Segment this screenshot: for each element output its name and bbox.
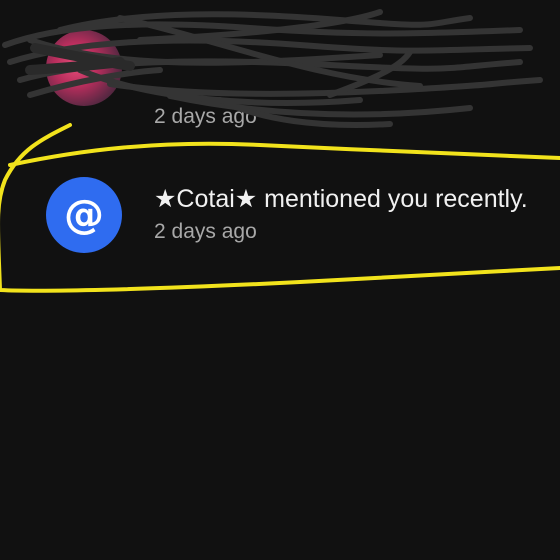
mention-avatar: @	[46, 177, 122, 253]
notification-timestamp: 2 days ago	[154, 220, 257, 243]
notification-item[interactable]: @ ★Cotai★ mentioned you recently. 2 days…	[0, 175, 560, 265]
at-mention-icon: @	[64, 192, 104, 238]
notification-title: ★Cotai★ mentioned you recently.	[154, 185, 528, 213]
notification-item[interactable]: 2 days ago	[0, 20, 560, 140]
redacted-avatar	[46, 30, 122, 106]
notification-timestamp: 2 days ago	[154, 105, 257, 128]
